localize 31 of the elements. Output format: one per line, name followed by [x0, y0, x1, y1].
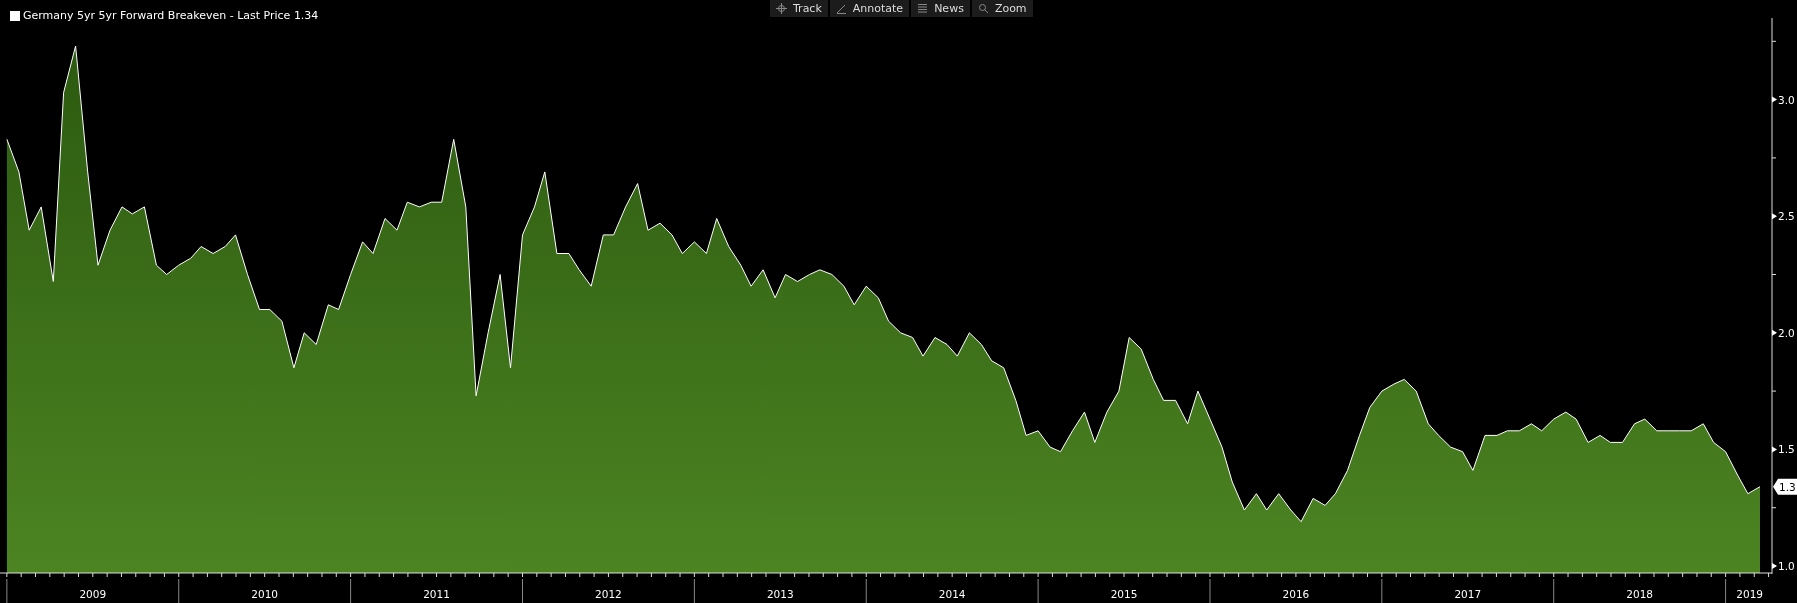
- tick-arrow-icon: [1772, 446, 1777, 453]
- y-tick-label: 3.0: [1778, 93, 1795, 106]
- x-tick-label: 2015: [1110, 588, 1138, 600]
- x-tick-label: 2018: [1626, 588, 1654, 600]
- crosshair-icon: [776, 2, 787, 14]
- y-tick-label: 2.0: [1778, 326, 1795, 339]
- x-tick-label: 2017: [1454, 588, 1482, 600]
- zoom-button[interactable]: Zoom: [971, 0, 1033, 17]
- x-tick-label: 2013: [766, 588, 794, 600]
- x-tick-label: 2009: [79, 588, 107, 600]
- tick-arrow-icon: [1772, 213, 1777, 220]
- x-tick-label: 2019: [1736, 588, 1763, 600]
- y-tick-label: 1.0: [1778, 560, 1795, 572]
- x-tick-label: 2011: [423, 588, 450, 600]
- y-tick-label: 2.5: [1778, 210, 1795, 223]
- tick-arrow-icon: [1772, 329, 1777, 336]
- track-button[interactable]: Track: [770, 0, 828, 17]
- news-button[interactable]: News: [911, 0, 970, 17]
- x-tick-label: 2012: [595, 588, 622, 600]
- tick-arrow-icon: [1772, 563, 1777, 569]
- tick-arrow-icon: [1772, 96, 1777, 103]
- x-tick-label: 2014: [938, 588, 966, 600]
- annotate-button[interactable]: Annotate: [829, 0, 910, 17]
- x-tick-label: 2010: [251, 588, 279, 600]
- y-tick-label: 1.5: [1778, 443, 1795, 456]
- x-tick-label: 2016: [1282, 588, 1310, 600]
- news-lines-icon: [917, 2, 929, 14]
- legend-swatch-icon: [10, 10, 20, 21]
- search-icon: [977, 2, 989, 14]
- legend-label: Germany 5yr 5yr Forward Breakeven - Last Price 1.34: [23, 9, 319, 22]
- last-price-badge: 1.3: [1773, 478, 1797, 495]
